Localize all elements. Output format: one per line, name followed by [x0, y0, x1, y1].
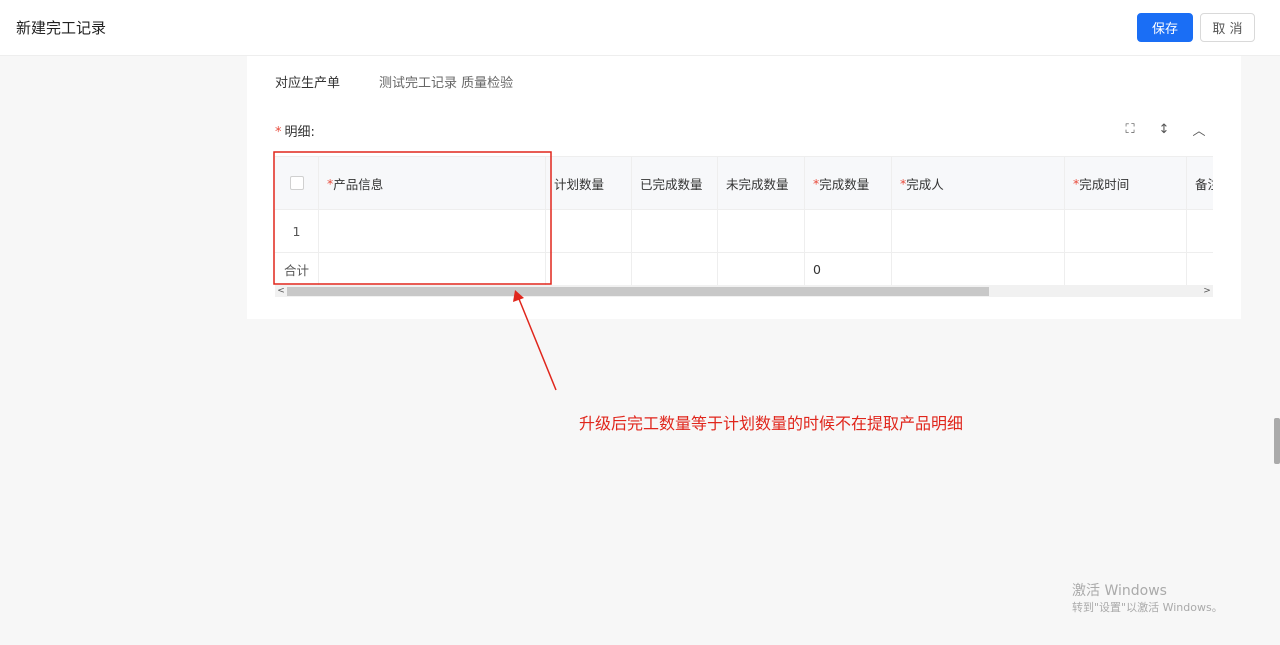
page-scrollbar-thumb[interactable] — [1274, 418, 1280, 464]
column-header-product: * 产品信息 — [319, 157, 546, 209]
column-header-label: 备注 — [1195, 176, 1213, 192]
activation-watermark-hint: 转到"设置"以激活 Windows。 — [1072, 601, 1223, 614]
summary-cell — [718, 253, 805, 286]
scrollbar-thumb[interactable] — [287, 287, 989, 296]
summary-cell — [632, 253, 718, 286]
activation-watermark-title: 激活 Windows — [1072, 583, 1167, 599]
done-by-cell[interactable] — [892, 210, 1065, 252]
page-title: 新建完工记录 — [16, 19, 107, 37]
column-header-done-by: * 完成人 — [892, 157, 1065, 209]
form-panel: 对应生产单 测试完工记录 质量检验 * 明细: ⛶ ↕ ︿ * 产品信息 计划数量 … — [247, 56, 1241, 319]
summary-cell — [546, 253, 632, 286]
summary-cell — [892, 253, 1065, 286]
detail-label-text: 明细: — [284, 125, 315, 140]
select-all-cell — [275, 157, 319, 209]
row-index: 1 — [275, 210, 319, 252]
summary-cell — [319, 253, 546, 286]
production-order-label: 对应生产单 — [275, 76, 341, 91]
summary-cell — [1065, 253, 1187, 286]
table-row: 1 — [275, 210, 1213, 253]
column-header-label: 完成人 — [906, 176, 944, 192]
column-header-remark: 备注 — [1187, 157, 1213, 209]
planned-qty-cell[interactable] — [546, 210, 632, 252]
uncompleted-qty-cell[interactable] — [718, 210, 805, 252]
column-header-label: 完成时间 — [1079, 176, 1130, 192]
column-header-done-qty: * 完成数量 — [805, 157, 892, 209]
summary-row: 合计 0 — [275, 253, 1213, 286]
required-mark: * — [275, 125, 282, 140]
column-header-planned: 计划数量 — [546, 157, 632, 209]
expand-vertical-icon[interactable]: ↕ — [1155, 120, 1173, 138]
summary-label: 合计 — [275, 253, 319, 286]
horizontal-scrollbar[interactable]: < > — [275, 285, 1213, 297]
column-header-label: 未完成数量 — [726, 176, 789, 192]
select-all-checkbox[interactable] — [289, 176, 304, 190]
detail-label: * 明细: — [275, 121, 315, 140]
production-order-value[interactable]: 测试完工记录 质量检验 — [379, 72, 513, 91]
remark-cell[interactable] — [1187, 210, 1213, 252]
column-header-label: 已完成数量 — [640, 176, 703, 192]
save-button[interactable]: 保存 — [1137, 13, 1193, 42]
fullscreen-icon[interactable]: ⛶ — [1121, 120, 1139, 138]
product-info-cell[interactable] — [319, 210, 546, 252]
summary-done-qty: 0 — [805, 253, 892, 286]
column-header-done-time: * 完成时间 — [1065, 157, 1187, 209]
column-header-uncompleted: 未完成数量 — [718, 157, 805, 209]
scroll-left-icon[interactable]: < — [275, 285, 287, 297]
completed-qty-cell[interactable] — [632, 210, 718, 252]
cancel-button[interactable]: 取 消 — [1200, 13, 1255, 42]
done-qty-cell[interactable] — [805, 210, 892, 252]
done-time-cell[interactable] — [1065, 210, 1187, 252]
annotation-text: 升级后完工数量等于计划数量的时候不在提取产品明细 — [579, 414, 964, 433]
collapse-up-icon[interactable]: ︿ — [1190, 120, 1208, 139]
column-header-label: 产品信息 — [333, 176, 384, 192]
scroll-right-icon[interactable]: > — [1201, 285, 1213, 297]
detail-table: * 产品信息 计划数量 已完成数量 未完成数量 * 完成数量 * 完成人 * 完成时间 … — [275, 156, 1213, 286]
column-header-label: 完成数量 — [819, 176, 870, 192]
column-header-completed: 已完成数量 — [632, 157, 718, 209]
summary-cell — [1187, 253, 1213, 286]
table-header-row: * 产品信息 计划数量 已完成数量 未完成数量 * 完成数量 * 完成人 * 完成时间 … — [275, 157, 1213, 210]
column-header-label: 计划数量 — [554, 176, 605, 192]
page-header: 新建完工记录 保存 取 消 — [0, 0, 1280, 56]
